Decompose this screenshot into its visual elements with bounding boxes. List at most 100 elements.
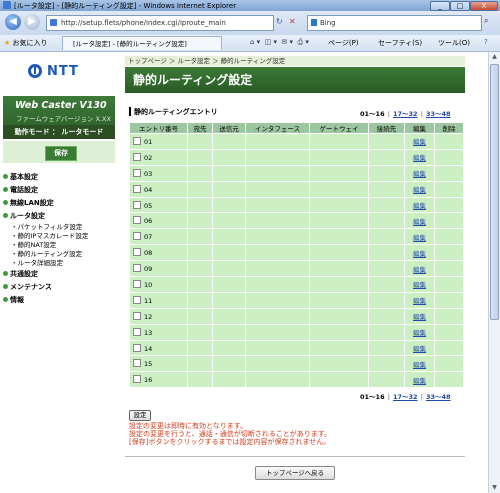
submenu-router-advanced[interactable]: ・ルータ詳細設定 [11,257,63,267]
column-header: 編集 [404,122,435,134]
empty-cell [187,244,213,262]
entry-number: 09 [144,265,153,274]
scroll-thumb[interactable] [490,64,499,320]
edit-link[interactable]: 編集 [413,313,426,321]
edit-link[interactable]: 編集 [413,218,426,226]
entry-number-cell: 12 [129,307,188,325]
tools-menu[interactable]: ツール(O) [438,38,470,48]
minimize-button[interactable]: _ [430,1,450,11]
edit-link[interactable]: 編集 [413,234,426,242]
edit-link[interactable]: 編集 [413,186,426,194]
entry-number: 02 [144,153,153,162]
empty-cell [212,291,246,309]
sidebar-item-phone[interactable]: 電話設定 [3,185,38,195]
edit-link[interactable]: 編集 [413,202,426,210]
empty-cell [212,180,246,198]
pager-link-33-48[interactable]: 33～48 [426,110,451,118]
edit-link[interactable]: 編集 [413,281,426,289]
sidebar-item-info[interactable]: 情報 [3,295,24,305]
delete-cell [434,148,464,166]
search-input[interactable]: Bing [307,15,482,31]
edit-link[interactable]: 編集 [413,377,426,385]
row-checkbox[interactable] [133,152,141,161]
row-checkbox[interactable] [133,311,141,320]
row-checkbox[interactable] [133,343,141,352]
row-checkbox[interactable] [133,327,141,336]
delete-cell [434,355,464,373]
back-to-top-button[interactable]: トップページへ戻る [255,466,335,480]
pager-link-17-32[interactable]: 17～32 [393,393,418,401]
url-field[interactable]: http://setup.flets/phone/index.cgi/iprou… [46,15,274,31]
refresh-button[interactable]: ↻ [276,17,283,26]
edit-link[interactable]: 編集 [413,345,426,353]
pager-link-17-32[interactable]: 17～32 [393,110,418,118]
sidebar-item-basic[interactable]: 基本設定 [3,172,38,182]
row-checkbox[interactable] [133,232,141,241]
empty-cell [212,196,246,214]
empty-cell [368,164,405,182]
edit-link[interactable]: 編集 [413,250,426,258]
edit-link[interactable]: 編集 [413,329,426,337]
row-checkbox[interactable] [133,248,141,257]
row-checkbox[interactable] [133,200,141,209]
pager-bottom: 01～16 | 17～32 | 33～48 [360,393,451,401]
window-title: [ルータ設定] - [静的ルーティング設定] - Windows Interne… [14,2,237,10]
column-header: 削除 [434,122,464,134]
delete-cell [434,291,464,309]
edit-link[interactable]: 編集 [413,297,426,305]
help-menu[interactable]: ? [484,38,488,46]
edit-link[interactable]: 編集 [413,138,426,146]
note-line: 設定の変更は即時に有効となります。 [129,422,248,430]
edit-cell: 編集 [404,133,435,150]
back-button[interactable]: ◀ [5,14,21,30]
note-line: [保存]ボタンをクリックするまでは設定内容が保存されません。 [129,438,331,446]
row-checkbox[interactable] [133,295,141,304]
entry-number: 14 [144,344,153,353]
entry-number-cell: 14 [129,339,188,357]
row-checkbox[interactable] [133,216,141,225]
home-toolbar-icons[interactable]: ⌂ ▾ ◫ ▾ ✉ ▾ ⎙ ▾ [250,38,309,47]
page-menu[interactable]: ページ(P) [328,38,359,48]
row-checkbox[interactable] [133,279,141,288]
edit-link[interactable]: 編集 [413,266,426,274]
sidebar-item-wireless[interactable]: 無線LAN設定 [3,198,54,208]
scroll-up-icon[interactable]: ▲ [490,52,499,62]
row-checkbox[interactable] [133,375,141,384]
column-header: 送信元 [212,122,246,134]
sidebar-item-router[interactable]: ルータ設定 [3,211,45,221]
safety-menu[interactable]: セーフティ(S) [378,38,422,48]
empty-cell [187,276,213,293]
scroll-down-icon[interactable]: ▼ [490,483,499,493]
entry-number: 05 [144,201,153,210]
delete-cell [434,244,464,262]
breadcrumb: トップページ ＞ ルータ設定 ＞ 静的ルーティング設定 [125,56,465,66]
favorites-button[interactable]: ★ お気に入り [4,38,48,48]
empty-cell [309,291,369,309]
row-checkbox[interactable] [133,264,141,273]
entry-number: 12 [144,312,153,321]
save-button[interactable]: 保存 [45,146,77,161]
set-button[interactable]: 設定 [129,410,151,421]
row-checkbox[interactable] [133,184,141,193]
edit-link[interactable]: 編集 [413,154,426,162]
table-row: 08 編集 [129,244,464,262]
row-checkbox[interactable] [133,359,141,368]
sidebar-item-maintenance[interactable]: メンテナンス [3,282,52,292]
delete-cell [434,307,464,325]
maximize-button[interactable]: □ [450,1,470,11]
pager-link-33-48[interactable]: 33～48 [426,393,451,401]
browser-tab[interactable]: [ルータ設定] - [静的ルーティング設定] [62,36,222,50]
row-checkbox[interactable] [133,168,141,177]
section-title: 静的ルーティングエントリ [129,107,218,117]
column-header: 宛先 [187,122,213,134]
sidebar-item-common[interactable]: 共通設定 [3,269,38,279]
edit-link[interactable]: 編集 [413,170,426,178]
routing-table: エントリ番号 宛先 送信元 インタフェース ゲートウェイ 接続先 編集 削除 0… [129,122,464,389]
search-icon[interactable]: ⌕ [484,16,488,26]
close-button[interactable]: X [470,1,498,11]
edit-link[interactable]: 編集 [413,361,426,369]
forward-button[interactable]: ▶ [24,14,40,30]
scrollbar[interactable]: ▲ ▼ [488,52,500,493]
stop-button[interactable]: ✕ [289,17,296,26]
row-checkbox[interactable] [133,136,141,145]
